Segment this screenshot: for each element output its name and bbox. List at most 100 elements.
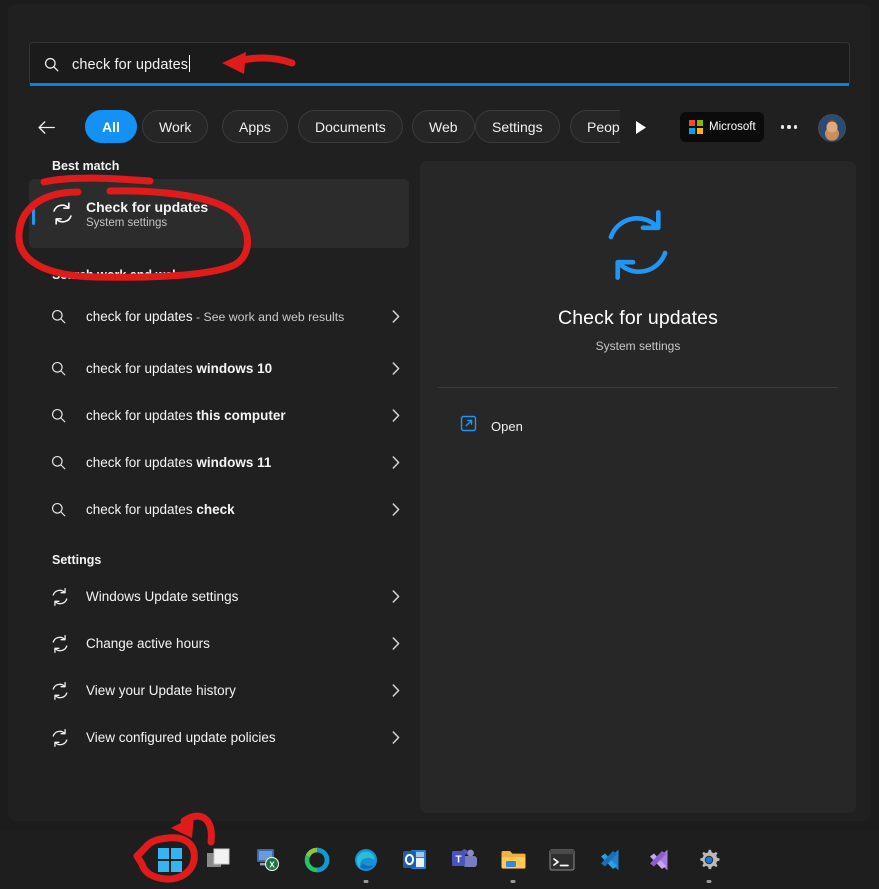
search-icon bbox=[44, 454, 86, 471]
refresh-icon-large bbox=[420, 205, 856, 285]
ring-app[interactable] bbox=[298, 841, 336, 879]
setting-label: Windows Update settings bbox=[86, 588, 239, 604]
tab-documents[interactable]: Documents bbox=[298, 110, 403, 143]
microsoft-badge-label: Microsoft bbox=[709, 121, 756, 133]
tab-label: All bbox=[102, 118, 120, 135]
visual-studio-icon bbox=[650, 849, 668, 870]
ellipsis-icon bbox=[780, 125, 785, 129]
file-explorer-button[interactable] bbox=[494, 841, 532, 883]
ellipsis-icon bbox=[787, 125, 791, 129]
result-web-see-work-and-web-results[interactable]: check for updates - See work and web res… bbox=[29, 288, 409, 345]
setting-label: View configured update policies bbox=[86, 729, 276, 745]
back-button[interactable] bbox=[29, 110, 63, 144]
running-indicator bbox=[363, 879, 369, 883]
tab-all[interactable]: All bbox=[85, 110, 137, 143]
result-web-this-computer[interactable]: check for updates this computer bbox=[29, 392, 409, 439]
tab-settings[interactable]: Settings bbox=[475, 110, 560, 143]
external-link-icon bbox=[460, 415, 477, 437]
more-options-button[interactable] bbox=[776, 117, 802, 137]
result-suffix-text: this computer bbox=[196, 407, 286, 423]
result-web-windows-10[interactable]: check for updates windows 10 bbox=[29, 345, 409, 392]
folder-icon bbox=[501, 850, 525, 869]
setting-label: View your Update history bbox=[86, 682, 236, 698]
preview-title: Check for updates bbox=[558, 307, 718, 329]
terminal-button[interactable] bbox=[543, 841, 581, 879]
excel-shortcut[interactable]: X bbox=[249, 841, 287, 879]
tab-label: Work bbox=[159, 118, 192, 135]
start-button[interactable] bbox=[151, 841, 189, 879]
search-input[interactable]: check for updates bbox=[29, 42, 850, 86]
settings-button[interactable] bbox=[690, 841, 728, 883]
tab-label: Apps bbox=[239, 118, 271, 135]
windows-logo-icon bbox=[158, 847, 182, 872]
result-best-match-check-for-updates[interactable]: Check for updates System settings bbox=[29, 179, 409, 248]
excel-icon: X bbox=[256, 849, 279, 871]
task-view-icon bbox=[206, 848, 229, 867]
selection-accent-bar bbox=[32, 202, 35, 225]
result-suffix-text: - See work and web results bbox=[192, 309, 345, 324]
result-query-text: check for updates bbox=[86, 407, 197, 423]
gear-icon bbox=[700, 849, 720, 869]
teams-button[interactable]: T bbox=[445, 841, 483, 879]
tab-people[interactable]: People bbox=[570, 110, 620, 143]
edge-icon bbox=[355, 848, 377, 871]
refresh-icon bbox=[44, 728, 86, 748]
user-avatar[interactable] bbox=[818, 114, 846, 142]
back-arrow-icon bbox=[38, 120, 55, 134]
tab-apps[interactable]: Apps bbox=[222, 110, 288, 143]
result-suffix-text: windows 11 bbox=[196, 454, 272, 470]
best-match-subtitle: System settings bbox=[86, 217, 168, 230]
chevron-right-icon bbox=[383, 684, 409, 697]
result-web-windows-11[interactable]: check for updates windows 11 bbox=[29, 439, 409, 486]
tab-label: Documents bbox=[315, 118, 386, 135]
microsoft-logo-icon bbox=[689, 120, 703, 134]
tab-web[interactable]: Web bbox=[412, 110, 475, 143]
svg-text:T: T bbox=[455, 855, 461, 866]
outlook-button[interactable] bbox=[396, 841, 434, 879]
text-caret bbox=[189, 55, 191, 72]
result-setting-windows-update-settings[interactable]: Windows Update settings bbox=[29, 573, 409, 620]
task-view-button[interactable] bbox=[200, 841, 238, 879]
outlook-icon bbox=[403, 850, 426, 869]
open-button-label: Open bbox=[491, 418, 523, 434]
best-match-title: Check for updates bbox=[86, 198, 209, 215]
search-icon bbox=[44, 308, 86, 325]
refresh-icon bbox=[44, 681, 86, 701]
search-icon bbox=[44, 360, 86, 377]
result-setting-view-configured-update-policies[interactable]: View configured update policies bbox=[29, 714, 409, 761]
vscode-icon bbox=[601, 849, 619, 870]
search-icon bbox=[44, 501, 86, 518]
tab-label: People bbox=[587, 118, 620, 135]
scroll-indicator[interactable]: ‹ bbox=[8, 631, 11, 645]
chevron-right-icon bbox=[383, 362, 409, 375]
result-setting-view-update-history[interactable]: View your Update history bbox=[29, 667, 409, 714]
result-web-check[interactable]: check for updates check bbox=[29, 486, 409, 533]
result-query-text: check for updates bbox=[86, 308, 193, 324]
edge-button[interactable] bbox=[347, 841, 385, 883]
preview-pane: Check for updates System settings Open bbox=[420, 161, 856, 813]
teams-icon: T bbox=[451, 849, 477, 867]
setting-label: Change active hours bbox=[86, 635, 210, 651]
result-query-text: check for updates bbox=[86, 360, 197, 376]
visual-studio-button[interactable] bbox=[641, 841, 679, 879]
tabs-scroll-right-button[interactable] bbox=[627, 114, 653, 140]
open-button[interactable]: Open bbox=[420, 406, 856, 446]
svg-text:X: X bbox=[269, 861, 275, 870]
taskbar: X T bbox=[0, 830, 879, 889]
result-suffix-text: check bbox=[196, 501, 235, 517]
running-indicator bbox=[510, 879, 516, 883]
tabs-scroll-container: All Work Apps Documents Web Settings Peo… bbox=[85, 105, 620, 149]
tab-label: Settings bbox=[492, 118, 543, 135]
chevron-right-icon bbox=[383, 731, 409, 744]
chevron-right-icon bbox=[383, 310, 409, 323]
preview-subtitle: System settings bbox=[595, 339, 681, 353]
microsoft-badge[interactable]: Microsoft bbox=[680, 112, 764, 142]
search-icon bbox=[44, 407, 86, 424]
chevron-right-icon bbox=[383, 590, 409, 603]
vscode-button[interactable] bbox=[592, 841, 630, 879]
play-triangle-icon bbox=[635, 120, 646, 134]
tab-work[interactable]: Work bbox=[142, 110, 209, 143]
settings-heading: Settings bbox=[52, 553, 102, 567]
result-setting-change-active-hours[interactable]: Change active hours bbox=[29, 620, 409, 667]
search-input-value: check for updates bbox=[72, 57, 189, 73]
